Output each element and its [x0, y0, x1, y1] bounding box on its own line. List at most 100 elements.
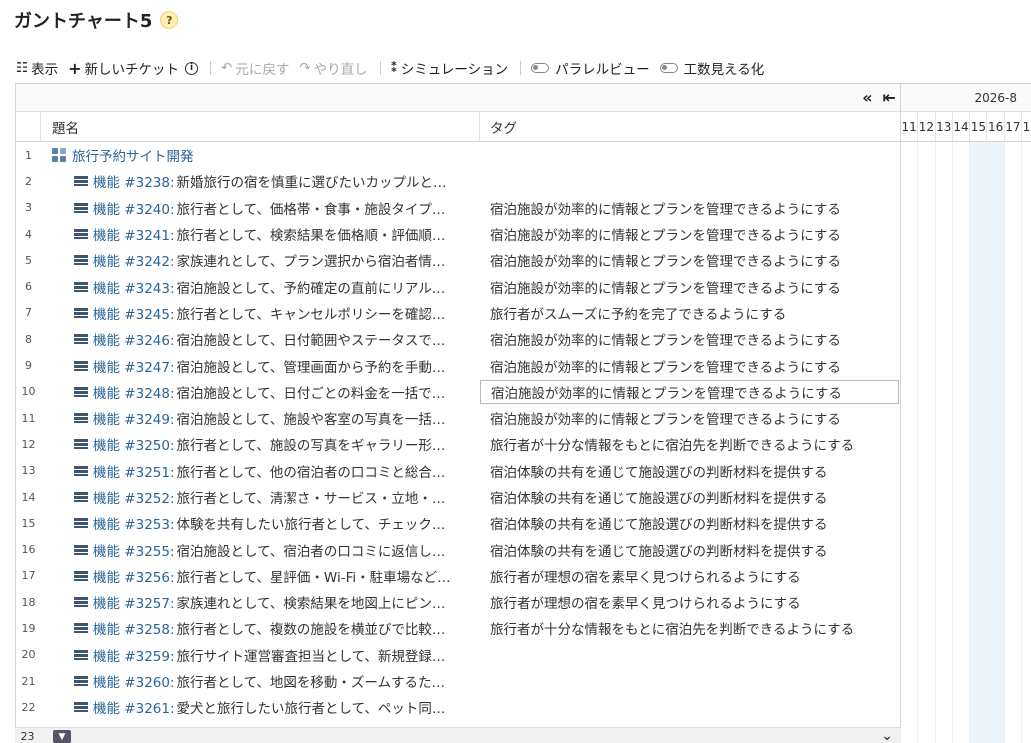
ticket-link[interactable]: 機能 #3256: — [93, 566, 175, 586]
project-link[interactable]: 旅行予約サイト開発 — [72, 145, 194, 165]
ticket-tag[interactable]: 宿泊施設が効率的に情報とプランを管理できるようにする — [480, 247, 900, 273]
parallel-view-toggle[interactable]: パラレルビュー — [531, 58, 650, 78]
ticket-tag[interactable]: 宿泊施設が効率的に情報とプランを管理できるようにする — [480, 195, 900, 221]
table-row[interactable]: 15 機能 #3253: 体験を共有したい旅行者として、チェック… 宿泊体験の共有を通… — [16, 510, 900, 536]
feature-icon — [74, 623, 88, 634]
ticket-link[interactable]: 機能 #3251: — [93, 461, 175, 481]
project-icon — [52, 148, 66, 163]
ticket-tag[interactable]: 宿泊体験の共有を通じて施設選びの判断材料を提供する — [480, 536, 900, 562]
ticket-tag[interactable]: 宿泊施設が効率的に情報とプランを管理できるようにする — [480, 352, 900, 378]
scroll-down-icon[interactable]: ⌄ — [881, 728, 893, 743]
ticket-link[interactable]: 機能 #3259: — [93, 645, 175, 665]
ticket-link[interactable]: 機能 #3252: — [93, 487, 175, 507]
table-row[interactable]: 16 機能 #3255: 宿泊施設として、宿泊者の口コミに返信し… 宿泊体験の共有を通… — [16, 536, 900, 562]
ticket-tag[interactable]: 旅行者がスムーズに予約を完了できるようにする — [480, 300, 900, 326]
ticket-tag[interactable] — [480, 168, 900, 194]
ticket-tag[interactable]: 宿泊施設が効率的に情報とプランを管理できるようにする — [480, 273, 900, 299]
header-title[interactable]: 題名 — [41, 112, 480, 141]
header-tag[interactable]: タグ — [480, 112, 900, 141]
ticket-tag[interactable]: 旅行者が理想の宿を素早く見つけられるようにする — [480, 589, 900, 615]
ticket-tag[interactable]: 宿泊体験の共有を通じて施設選びの判断材料を提供する — [480, 484, 900, 510]
table-row[interactable]: 4 機能 #3241: 旅行者として、検索結果を価格順・評価順… 宿泊施設が効率的に情… — [16, 221, 900, 247]
effort-visible-toggle[interactable]: 工数見える化 — [659, 58, 764, 78]
ticket-link[interactable]: 機能 #3253: — [93, 513, 175, 533]
ticket-tag[interactable]: 宿泊施設が効率的に情報とプランを管理できるようにする — [480, 326, 900, 352]
table-row[interactable]: 8 機能 #3246: 宿泊施設として、日付範囲やステータスで… 宿泊施設が効率的に情… — [16, 326, 900, 352]
grid-rows: 1 旅行予約サイト開発 2 機能 #3238: 新婚旅行の宿を慎重に選びたいカップル… — [16, 142, 900, 721]
table-row[interactable]: 9 機能 #3247: 宿泊施設として、管理画面から予約を手動… 宿泊施設が効率的に情… — [16, 352, 900, 378]
feature-icon — [74, 649, 88, 660]
ticket-tag[interactable]: 宿泊体験の共有を通じて施設選びの判断材料を提供する — [480, 458, 900, 484]
row-number: 21 — [21, 674, 36, 688]
table-row[interactable]: 12 機能 #3250: 旅行者として、施設の写真をギャラリー形… 旅行者が十分な情報… — [16, 431, 900, 457]
table-row[interactable]: 2 機能 #3238: 新婚旅行の宿を慎重に選びたいカップルと… — [16, 168, 900, 194]
ticket-link[interactable]: 機能 #3260: — [93, 671, 175, 691]
ticket-tag[interactable]: 宿泊施設が効率的に情報とプランを管理できるようにする — [480, 379, 899, 404]
header-num — [16, 112, 41, 141]
table-row[interactable]: 21 機能 #3260: 旅行者として、地図を移動・ズームするた… — [16, 668, 900, 694]
table-row[interactable]: 13 機能 #3251: 旅行者として、他の宿泊者の口コミと総合… 宿泊体験の共有を通… — [16, 458, 900, 484]
grid-top-bar: « ⇤ — [16, 84, 900, 112]
ticket-link[interactable]: 機能 #3255: — [93, 540, 175, 560]
ticket-link[interactable]: 機能 #3241: — [93, 224, 175, 244]
gantt-day-column — [970, 142, 988, 743]
ticket-tag[interactable]: 旅行者が十分な情報をもとに宿泊先を判断できるようにする — [480, 431, 900, 457]
ticket-tag[interactable] — [480, 694, 900, 720]
table-row[interactable]: 22 機能 #3261: 愛犬と旅行したい旅行者として、ペット同… — [16, 694, 900, 720]
table-row[interactable]: 10 機能 #3248: 宿泊施設として、日付ごとの料金を一括で… 宿泊施設が効率的に… — [16, 379, 900, 405]
table-row[interactable]: 14 機能 #3252: 旅行者として、清潔さ・サービス・立地・… 宿泊体験の共有を通… — [16, 484, 900, 510]
redo-button[interactable]: ↷ やり直し — [299, 58, 367, 78]
feature-icon — [74, 386, 88, 397]
row-number: 11 — [21, 411, 36, 425]
table-row[interactable]: 3 機能 #3240: 旅行者として、価格帯・食事・施設タイプ… 宿泊施設が効率的に情… — [16, 195, 900, 221]
gantt-month-label: 2026-8 — [901, 84, 1031, 112]
toolbar: ☷ 表示 + 新しいチケット i ↶ 元に戻す ↷ やり直し ⁑ シミュレーショ… — [16, 58, 774, 79]
gantt-day-column — [953, 142, 971, 743]
ticket-link[interactable]: 機能 #3250: — [93, 434, 175, 454]
ticket-link[interactable]: 機能 #3258: — [93, 618, 175, 638]
ticket-link[interactable]: 機能 #3242: — [93, 250, 175, 270]
table-row[interactable]: 5 機能 #3242: 家族連れとして、プラン選択から宿泊者情… 宿泊施設が効率的に情… — [16, 247, 900, 273]
ticket-link[interactable]: 機能 #3249: — [93, 408, 175, 428]
ticket-tag[interactable] — [480, 642, 900, 668]
page-title: ガントチャート5 — [14, 11, 153, 32]
table-row[interactable]: 20 機能 #3259: 旅行サイト運営審査担当として、新規登録… — [16, 642, 900, 668]
ticket-tag[interactable] — [480, 668, 900, 694]
ticket-link[interactable]: 機能 #3245: — [93, 303, 175, 323]
ticket-tag[interactable]: 宿泊体験の共有を通じて施設選びの判断材料を提供する — [480, 510, 900, 536]
display-button[interactable]: ☷ 表示 — [16, 58, 58, 78]
gantt-day-column — [918, 142, 936, 743]
ticket-title: 宿泊施設として、管理画面から予約を手動… — [176, 359, 446, 376]
feature-icon — [74, 676, 88, 687]
ticket-tag[interactable]: 旅行者が十分な情報をもとに宿泊先を判断できるようにする — [480, 615, 900, 641]
collapse-all-icon[interactable]: « — [862, 88, 872, 107]
collapse-left-icon[interactable]: ⇤ — [883, 88, 896, 107]
info-icon[interactable]: i — [185, 61, 199, 75]
ticket-title: 旅行者として、キャンセルポリシーを確認… — [176, 306, 446, 323]
chevron-down-icon[interactable]: ▼ — [53, 730, 71, 743]
undo-button[interactable]: ↶ 元に戻す — [221, 58, 289, 78]
ticket-link[interactable]: 機能 #3246: — [93, 329, 175, 349]
simulation-button[interactable]: ⁑ シミュレーション — [391, 58, 509, 78]
table-row[interactable]: 19 機能 #3258: 旅行者として、複数の施設を横並びで比較… 旅行者が十分な情報… — [16, 615, 900, 641]
ticket-link[interactable]: 機能 #3248: — [93, 382, 175, 402]
table-row[interactable]: 7 機能 #3245: 旅行者として、キャンセルポリシーを確認… 旅行者がスムーズに予… — [16, 300, 900, 326]
table-row[interactable]: 18 機能 #3257: 家族連れとして、検索結果を地図上にピン… 旅行者が理想の宿を… — [16, 589, 900, 615]
help-icon[interactable]: ? — [160, 11, 179, 29]
feature-icon — [74, 202, 88, 213]
ticket-tag[interactable]: 宿泊施設が効率的に情報とプランを管理できるようにする — [480, 221, 900, 247]
ticket-tag[interactable]: 宿泊施設が効率的に情報とプランを管理できるようにする — [480, 405, 900, 431]
ticket-link[interactable]: 機能 #3261: — [93, 697, 175, 717]
table-row[interactable]: 6 機能 #3243: 宿泊施設として、予約確定の直前にリアル… 宿泊施設が効率的に情… — [16, 273, 900, 299]
ticket-link[interactable]: 機能 #3238: — [93, 171, 175, 191]
ticket-link[interactable]: 機能 #3240: — [93, 198, 175, 218]
ticket-link[interactable]: 機能 #3243: — [93, 277, 175, 297]
project-row[interactable]: 1 旅行予約サイト開発 — [16, 142, 900, 168]
table-row[interactable]: 11 機能 #3249: 宿泊施設として、施設や客室の写真を一括… 宿泊施設が効率的に… — [16, 405, 900, 431]
row-number: 15 — [21, 516, 36, 530]
table-row[interactable]: 17 機能 #3256: 旅行者として、星評価・Wi-Fi・駐車場など… 旅行者が理想… — [16, 563, 900, 589]
ticket-link[interactable]: 機能 #3247: — [93, 356, 175, 376]
new-ticket-button[interactable]: + 新しいチケット i — [68, 58, 199, 78]
ticket-link[interactable]: 機能 #3257: — [93, 592, 175, 612]
ticket-tag[interactable]: 旅行者が理想の宿を素早く見つけられるようにする — [480, 563, 900, 589]
